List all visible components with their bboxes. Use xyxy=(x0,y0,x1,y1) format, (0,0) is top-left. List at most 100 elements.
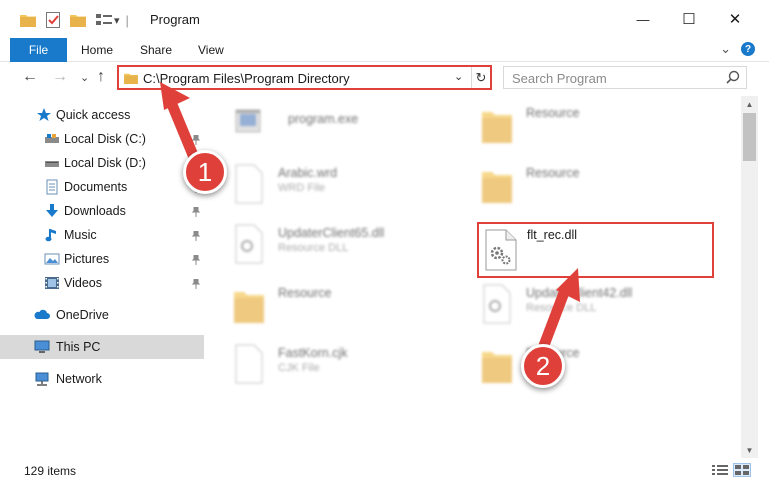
sidebar-item-quick-access[interactable]: Quick access xyxy=(0,103,204,127)
search-input[interactable]: Search Program xyxy=(512,71,607,86)
pin-icon[interactable] xyxy=(192,207,200,217)
item-count: 129 items xyxy=(24,464,77,478)
up-icon[interactable]: ↑ xyxy=(97,68,105,86)
step-1-badge: 1 xyxy=(183,150,227,194)
close-icon: ✕ xyxy=(728,11,742,28)
file-type: CJK File xyxy=(278,362,320,374)
file-name: flt_rec.dll xyxy=(527,228,578,242)
file-item[interactable]: Resource xyxy=(232,282,462,332)
help-icon[interactable]: ? xyxy=(741,42,755,56)
address-bar[interactable]: C:\Program Files\Program Directory ⌄ ↻ xyxy=(117,65,492,90)
sidebar-item-documents[interactable]: Documents xyxy=(0,175,204,199)
minimize-button[interactable]: — xyxy=(620,0,666,38)
sidebar-item-local-disk-c[interactable]: Local Disk (C:) xyxy=(0,127,204,151)
sidebar-item-videos[interactable]: Videos xyxy=(0,271,204,295)
navigation-bar: ← → ⌄ ↑ C:\Program Files\Program Directo… xyxy=(0,62,769,94)
sidebar-item-label: Downloads xyxy=(64,204,126,218)
dll-icon xyxy=(485,229,517,271)
file-icon xyxy=(235,164,263,204)
file-name: Resource xyxy=(526,106,580,120)
search-box[interactable]: Search Program xyxy=(503,66,747,89)
address-dropdown-icon[interactable]: ⌄ xyxy=(454,70,463,83)
file-type: Resource DLL xyxy=(526,302,597,314)
sidebar-item-label: OneDrive xyxy=(56,308,109,322)
dll-icon xyxy=(483,284,511,324)
pin-icon[interactable] xyxy=(192,255,200,265)
sidebar-item-onedrive[interactable]: OneDrive xyxy=(0,303,204,327)
vertical-scrollbar[interactable]: ▲ ▼ xyxy=(741,96,758,458)
music-icon xyxy=(45,229,56,242)
pictures-icon xyxy=(44,253,60,265)
file-item[interactable]: Resource xyxy=(480,162,710,212)
sidebar-item-network[interactable]: Network xyxy=(0,367,204,391)
sidebar-item-music[interactable]: Music xyxy=(0,223,204,247)
sidebar-item-local-disk-d[interactable]: Local Disk (D:) xyxy=(0,151,204,175)
file-item[interactable]: UpdaterClient65.dll Resource DLL xyxy=(232,222,462,272)
sidebar-item-downloads[interactable]: Downloads xyxy=(0,199,204,223)
file-name: UpdaterClient42.dll xyxy=(526,286,633,300)
file-item[interactable]: Arabic.wrd WRD File xyxy=(232,162,462,212)
address-path[interactable]: C:\Program Files\Program Directory xyxy=(143,71,350,86)
file-item[interactable]: Resource xyxy=(480,342,710,392)
scrollbar-thumb[interactable] xyxy=(743,113,756,161)
forward-icon[interactable]: → xyxy=(52,68,68,86)
file-type: WRD File xyxy=(278,182,326,194)
folder-icon xyxy=(234,292,264,323)
maximize-button[interactable]: ☐ xyxy=(666,0,712,38)
pin-icon[interactable] xyxy=(192,279,200,289)
back-icon[interactable]: ← xyxy=(22,68,38,86)
sidebar-item-label: This PC xyxy=(56,340,101,354)
tab-view[interactable]: View xyxy=(198,38,224,62)
sidebar-item-this-pc[interactable]: This PC xyxy=(0,335,204,359)
folder-icon xyxy=(482,112,512,143)
pin-icon[interactable] xyxy=(192,231,200,241)
tiles-view-icon[interactable] xyxy=(733,463,751,477)
dll-icon xyxy=(235,224,263,264)
exe-icon xyxy=(235,109,261,133)
drive-icon xyxy=(45,161,59,167)
ribbon-controls: ⌄ ? xyxy=(720,41,755,57)
file-name: program.exe xyxy=(288,112,359,126)
sidebar-item-label: Documents xyxy=(64,180,128,194)
tab-share[interactable]: Share xyxy=(140,38,172,62)
file-item[interactable]: program.exe xyxy=(232,102,462,152)
network-icon xyxy=(35,372,49,386)
details-view-icon[interactable] xyxy=(712,464,728,476)
file-icon xyxy=(235,344,263,384)
file-item[interactable]: UpdaterClient42.dll Resource DLL xyxy=(480,282,710,332)
close-button[interactable]: ✕ xyxy=(712,0,758,38)
file-name: Resource xyxy=(278,286,332,300)
view-options-icon[interactable] xyxy=(96,13,112,27)
tab-home[interactable]: Home xyxy=(81,38,113,62)
qa-separator: | xyxy=(125,12,129,28)
scroll-up-icon[interactable]: ▲ xyxy=(741,96,758,112)
file-item[interactable]: FastKorn.cjk CJK File xyxy=(232,342,462,392)
pin-icon[interactable] xyxy=(192,135,200,145)
properties-icon[interactable] xyxy=(46,12,60,28)
drive-icon xyxy=(45,134,59,143)
file-name: FastKorn.cjk xyxy=(278,346,348,360)
recent-locations-icon[interactable]: ⌄ xyxy=(80,71,89,84)
expand-ribbon-icon[interactable]: ⌄ xyxy=(720,41,731,57)
refresh-icon[interactable]: ↻ xyxy=(471,67,490,88)
scroll-down-icon[interactable]: ▼ xyxy=(741,442,758,458)
folder-icon xyxy=(482,172,512,203)
maximize-icon: ☐ xyxy=(682,11,696,28)
sidebar-item-pictures[interactable]: Pictures xyxy=(0,247,204,271)
navigation-pane: Quick access Local Disk (C:) Local Disk … xyxy=(0,96,210,458)
sidebar-item-label: Local Disk (C:) xyxy=(64,132,146,146)
file-name: Resource xyxy=(526,166,580,180)
status-bar: 129 items xyxy=(0,458,769,501)
file-item[interactable]: Resource xyxy=(480,102,710,152)
highlighted-file-item[interactable]: flt_rec.dll xyxy=(477,222,714,278)
quick-access-toolbar: ▾ | xyxy=(20,10,129,30)
search-icon[interactable] xyxy=(726,70,740,84)
folder-icon[interactable] xyxy=(20,13,36,27)
ribbon: File Home Share View ⌄ ? xyxy=(0,38,769,62)
qa-dropdown-icon[interactable]: ▾ xyxy=(114,14,120,27)
sidebar-item-label: Network xyxy=(56,372,102,386)
new-folder-icon[interactable] xyxy=(70,13,86,27)
file-type: Resource DLL xyxy=(278,242,349,254)
tab-file[interactable]: File xyxy=(10,38,67,62)
videos-icon xyxy=(45,277,59,289)
